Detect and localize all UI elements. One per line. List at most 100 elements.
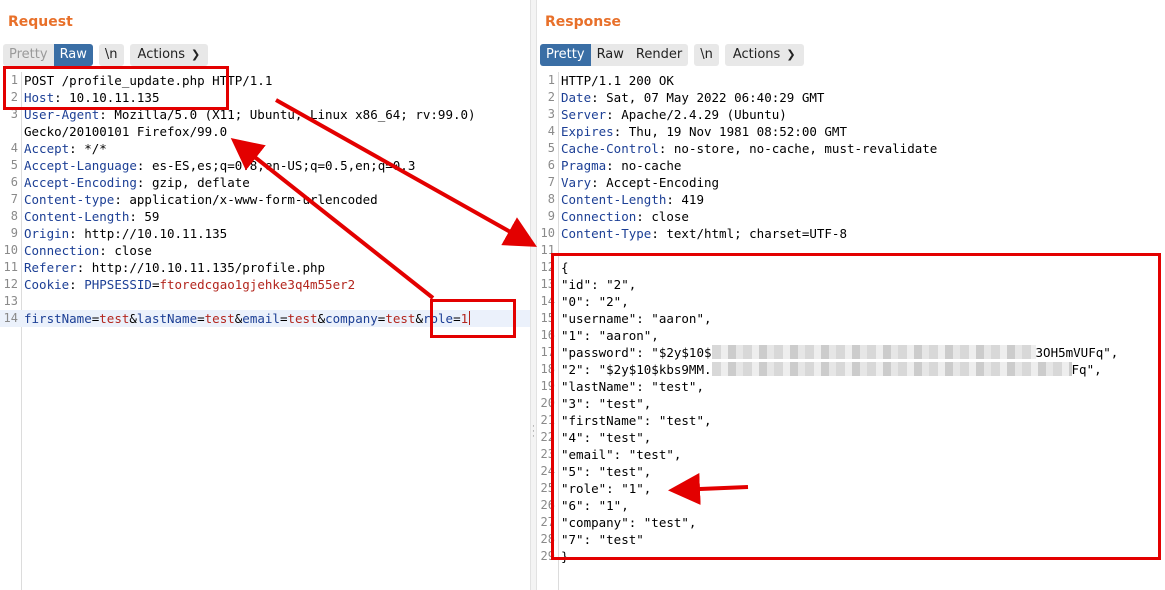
- line-number: 14: [3, 311, 18, 325]
- code-line[interactable]: 12 Cookie: PHPSESSID=ftoredcgao1gjehke3q4…: [0, 276, 530, 293]
- code-line[interactable]: 8 Content-Length: 59: [0, 208, 530, 225]
- code-line[interactable]: Gecko/20100101 Firefox/99.0: [0, 123, 530, 140]
- actions-dropdown[interactable]: Actions ❯: [129, 44, 209, 66]
- line-number: 25: [540, 481, 555, 495]
- code-line[interactable]: 17 "password": "$2y$10$ 3OH5mVUFq",: [537, 344, 1165, 361]
- code-line[interactable]: 20 "3": "test",: [537, 395, 1165, 412]
- code-token: Accept-Encoding: [24, 175, 137, 190]
- code-line[interactable]: 25 "role": "1",: [537, 480, 1165, 497]
- tab-pretty[interactable]: Pretty: [540, 44, 591, 66]
- code-text: "username": "aaron",: [561, 310, 712, 327]
- code-text: Accept-Language: es-ES,es;q=0.8,en-US;q=…: [24, 157, 415, 174]
- code-line[interactable]: 6 Pragma: no-cache: [537, 157, 1165, 174]
- code-line[interactable]: 9 Origin: http://10.10.11.135: [0, 225, 530, 242]
- code-line[interactable]: 10 Content-Type: text/html; charset=UTF-8: [537, 225, 1165, 242]
- code-token: test: [204, 311, 235, 326]
- code-text: Host: 10.10.11.135: [24, 89, 159, 106]
- line-number: 2: [547, 90, 555, 104]
- code-line[interactable]: 10 Connection: close: [0, 242, 530, 259]
- line-number: 1: [10, 73, 18, 87]
- tab-raw[interactable]: Raw: [590, 44, 630, 66]
- code-token: Cookie: [24, 277, 70, 292]
- code-text: Origin: http://10.10.11.135: [24, 225, 227, 242]
- code-line[interactable]: 14 "0": "2",: [537, 293, 1165, 310]
- code-token: "7": "test": [561, 532, 644, 547]
- code-line[interactable]: 29}: [537, 548, 1165, 565]
- code-line[interactable]: 2 Date: Sat, 07 May 2022 06:40:29 GMT: [537, 89, 1165, 106]
- code-line[interactable]: 26 "6": "1",: [537, 497, 1165, 514]
- code-line[interactable]: 7 Content-type: application/x-www-form-ur…: [0, 191, 530, 208]
- code-line[interactable]: 2 Host: 10.10.11.135: [0, 89, 530, 106]
- code-line[interactable]: 3 Server: Apache/2.4.29 (Ubuntu): [537, 106, 1165, 123]
- code-line[interactable]: 15 "username": "aaron",: [537, 310, 1165, 327]
- code-text: Accept: */*: [24, 140, 107, 157]
- newline-toggle-button[interactable]: \n: [694, 44, 719, 66]
- code-token: "company": "test",: [561, 515, 697, 530]
- request-editor[interactable]: 1 POST /profile_update.php HTTP/1.1 2 Host:…: [0, 72, 530, 590]
- tab-raw[interactable]: Raw: [53, 44, 93, 66]
- code-token: Cache-Control: [561, 141, 659, 156]
- code-line[interactable]: 16 "1": "aaron",: [537, 327, 1165, 344]
- code-line[interactable]: 4 Expires: Thu, 19 Nov 1981 08:52:00 GMT: [537, 123, 1165, 140]
- code-line[interactable]: 6 Accept-Encoding: gzip, deflate: [0, 174, 530, 191]
- code-line[interactable]: 5 Accept-Language: es-ES,es;q=0.8,en-US;q…: [0, 157, 530, 174]
- code-token: "2": "$2y$10$kbs9MM.: [561, 362, 712, 377]
- code-token: : gzip, deflate: [136, 175, 250, 190]
- code-line[interactable]: 1 POST /profile_update.php HTTP/1.1: [0, 72, 530, 89]
- code-text: Connection: close: [24, 242, 152, 259]
- chevron-down-icon: ❯: [786, 48, 796, 61]
- actions-label: Actions: [137, 47, 186, 62]
- tab-render[interactable]: Render: [629, 44, 689, 66]
- code-line[interactable]: 18 "2": "$2y$10$kbs9MM. Fq",: [537, 361, 1165, 378]
- line-number: 6: [547, 158, 555, 172]
- code-line[interactable]: 7 Vary: Accept-Encoding: [537, 174, 1165, 191]
- line-number: 23: [540, 447, 555, 461]
- code-token: : 419: [666, 192, 704, 207]
- code-token: : no-store, no-cache, must-revalidate: [658, 141, 938, 156]
- code-line[interactable]: 19 "lastName": "test",: [537, 378, 1165, 395]
- code-line[interactable]: 13: [0, 293, 530, 310]
- code-token: Vary: [561, 175, 592, 190]
- code-token: Server: [561, 107, 607, 122]
- code-line[interactable]: 9 Connection: close: [537, 208, 1165, 225]
- code-text: "1": "aaron",: [561, 327, 659, 344]
- code-token: =: [197, 311, 205, 326]
- code-line[interactable]: 13 "id": "2",: [537, 276, 1165, 293]
- code-token: Date: [561, 90, 592, 105]
- code-token: "role": "1",: [561, 481, 652, 496]
- code-text: "2": "$2y$10$kbs9MM. Fq",: [561, 361, 1102, 378]
- code-line[interactable]: 24 "5": "test",: [537, 463, 1165, 480]
- tab-pretty[interactable]: Pretty: [3, 44, 54, 66]
- code-token: : close: [636, 209, 689, 224]
- code-line[interactable]: 1 HTTP/1.1 200 OK: [537, 72, 1165, 89]
- code-line[interactable]: 23 "email": "test",: [537, 446, 1165, 463]
- code-line[interactable]: 3 User-Agent: Mozilla/5.0 (X11; Ubuntu; L…: [0, 106, 530, 123]
- pane-splitter[interactable]: · · ·: [530, 0, 537, 590]
- code-token: Host: [24, 90, 55, 105]
- response-editor[interactable]: 1 HTTP/1.1 200 OK 2 Date: Sat, 07 May 2022 …: [537, 72, 1165, 590]
- code-token: : Apache/2.4.29 (Ubuntu): [606, 107, 787, 122]
- code-line[interactable]: 4 Accept: */*: [0, 140, 530, 157]
- code-line[interactable]: 12 {: [537, 259, 1165, 276]
- code-line[interactable]: 28 "7": "test": [537, 531, 1165, 548]
- line-number: 7: [547, 175, 555, 189]
- redacted-hash: [711, 345, 1036, 359]
- code-line[interactable]: 21 "firstName": "test",: [537, 412, 1165, 429]
- code-line[interactable]: 22 "4": "test",: [537, 429, 1165, 446]
- drag-handle-icon[interactable]: · · ·: [532, 423, 535, 442]
- code-text: HTTP/1.1 200 OK: [561, 72, 674, 89]
- newline-toggle-button[interactable]: \n: [98, 44, 124, 66]
- actions-dropdown[interactable]: Actions ❯: [724, 44, 804, 66]
- code-token: "5": "test",: [561, 464, 652, 479]
- code-line[interactable]: 11: [537, 242, 1165, 259]
- code-line[interactable]: 27 "company": "test",: [537, 514, 1165, 531]
- code-token: &: [317, 311, 326, 326]
- code-line[interactable]: 14 firstName=test&lastName=test&email=tes…: [0, 310, 530, 327]
- code-text: "email": "test",: [561, 446, 681, 463]
- code-line[interactable]: 5 Cache-Control: no-store, no-cache, must…: [537, 140, 1165, 157]
- code-line[interactable]: 11 Referer: http://10.10.11.135/profile.p…: [0, 259, 530, 276]
- code-text: User-Agent: Mozilla/5.0 (X11; Ubuntu; Li…: [24, 106, 476, 123]
- code-token: Accept: [24, 141, 70, 156]
- code-line[interactable]: 8 Content-Length: 419: [537, 191, 1165, 208]
- line-number: 10: [540, 226, 555, 240]
